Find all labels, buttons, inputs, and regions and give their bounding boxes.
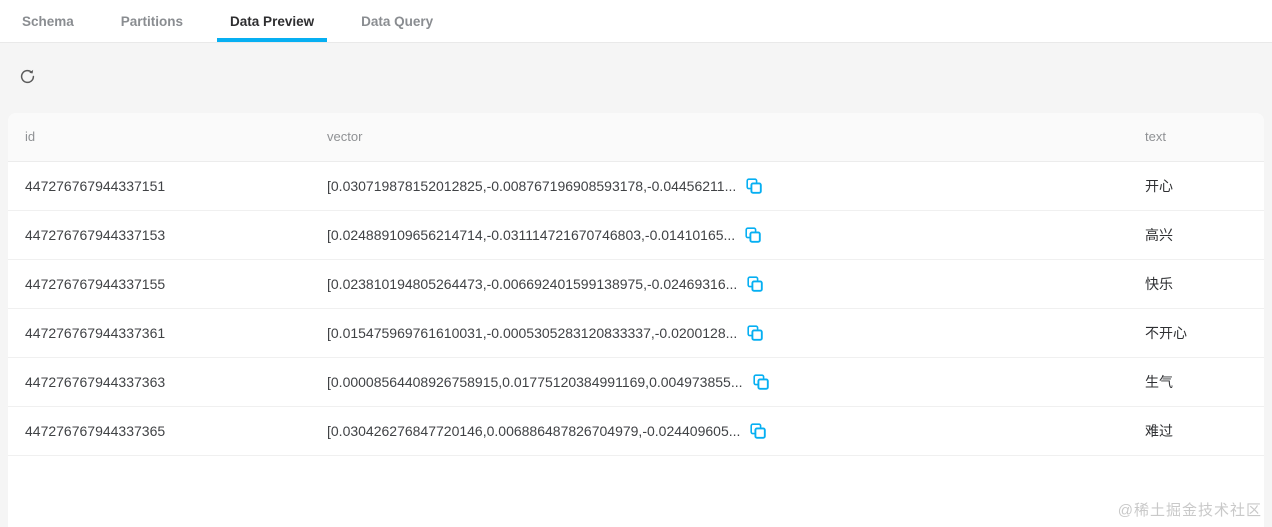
copy-icon bbox=[747, 275, 764, 292]
copy-vector-button[interactable] bbox=[746, 324, 764, 342]
vector-cell: [0.023810194805264473,-0.006692401599138… bbox=[310, 259, 1128, 309]
id-cell: 447276767944337155 bbox=[8, 259, 310, 309]
copy-vector-button[interactable] bbox=[749, 422, 767, 440]
tab-partitions[interactable]: Partitions bbox=[108, 0, 196, 42]
table-body: 447276767944337151 [0.030719878152012825… bbox=[8, 161, 1264, 456]
column-header-text: text bbox=[1128, 113, 1264, 162]
text-cell: 开心 bbox=[1128, 161, 1264, 211]
copy-icon bbox=[747, 324, 764, 341]
table-row: 447276767944337361 [0.015475969761610031… bbox=[8, 308, 1264, 358]
id-cell: 447276767944337153 bbox=[8, 210, 310, 260]
vector-cell: [0.00008564408926758915,0.01775120384991… bbox=[310, 357, 1128, 407]
column-header-vector: vector bbox=[310, 113, 1128, 162]
table-row: 447276767944337155 [0.023810194805264473… bbox=[8, 259, 1264, 309]
id-cell: 447276767944337363 bbox=[8, 357, 310, 407]
copy-vector-button[interactable] bbox=[745, 177, 763, 195]
data-preview-table-card: id vector text 447276767944337151 [0.030… bbox=[8, 113, 1264, 527]
tab-data-query[interactable]: Data Query bbox=[348, 0, 446, 42]
table-header-row: id vector text bbox=[8, 113, 1264, 162]
copy-icon bbox=[750, 422, 767, 439]
copy-icon bbox=[745, 226, 761, 243]
table-row: 447276767944337151 [0.030719878152012825… bbox=[8, 161, 1264, 211]
text-cell: 难过 bbox=[1128, 406, 1264, 456]
tab-data-preview[interactable]: Data Preview bbox=[217, 0, 328, 42]
vector-value: [0.024889109656214714,-0.031114721670746… bbox=[327, 226, 736, 243]
text-cell: 高兴 bbox=[1128, 210, 1264, 260]
toolbar bbox=[0, 43, 1272, 113]
refresh-button[interactable] bbox=[12, 63, 42, 93]
copy-vector-button[interactable] bbox=[744, 226, 762, 244]
vector-cell: [0.030426276847720146,0.0068864878267049… bbox=[310, 406, 1128, 456]
id-cell: 447276767944337365 bbox=[8, 406, 310, 456]
tab-bar: Schema Partitions Data Preview Data Quer… bbox=[0, 0, 1272, 43]
text-cell: 快乐 bbox=[1128, 259, 1264, 309]
refresh-icon bbox=[19, 68, 36, 88]
copy-icon bbox=[746, 177, 762, 194]
data-table: id vector text 447276767944337151 [0.030… bbox=[8, 113, 1264, 456]
vector-value: [0.00008564408926758915,0.01775120384991… bbox=[327, 373, 743, 390]
copy-vector-button[interactable] bbox=[746, 275, 764, 293]
watermark: @稀土掘金技术社区 bbox=[1117, 502, 1262, 519]
vector-value: [0.030426276847720146,0.0068864878267049… bbox=[327, 422, 741, 439]
tab-schema[interactable]: Schema bbox=[9, 0, 87, 42]
vector-cell: [0.030719878152012825,-0.008767196908593… bbox=[310, 161, 1128, 211]
id-cell: 447276767944337151 bbox=[8, 161, 310, 211]
column-header-id: id bbox=[8, 113, 310, 162]
vector-value: [0.015475969761610031,-0.000530528312083… bbox=[327, 324, 738, 341]
copy-icon bbox=[752, 373, 769, 390]
text-cell: 生气 bbox=[1128, 357, 1264, 407]
vector-cell: [0.015475969761610031,-0.000530528312083… bbox=[310, 308, 1128, 358]
vector-cell: [0.024889109656214714,-0.031114721670746… bbox=[310, 210, 1128, 260]
id-cell: 447276767944337361 bbox=[8, 308, 310, 358]
vector-value: [0.030719878152012825,-0.008767196908593… bbox=[327, 177, 737, 194]
copy-vector-button[interactable] bbox=[752, 373, 770, 391]
table-row: 447276767944337363 [0.000085644089267589… bbox=[8, 357, 1264, 407]
text-cell: 不开心 bbox=[1128, 308, 1264, 358]
table-row: 447276767944337365 [0.030426276847720146… bbox=[8, 406, 1264, 456]
table-row: 447276767944337153 [0.024889109656214714… bbox=[8, 210, 1264, 260]
vector-value: [0.023810194805264473,-0.006692401599138… bbox=[327, 275, 738, 292]
